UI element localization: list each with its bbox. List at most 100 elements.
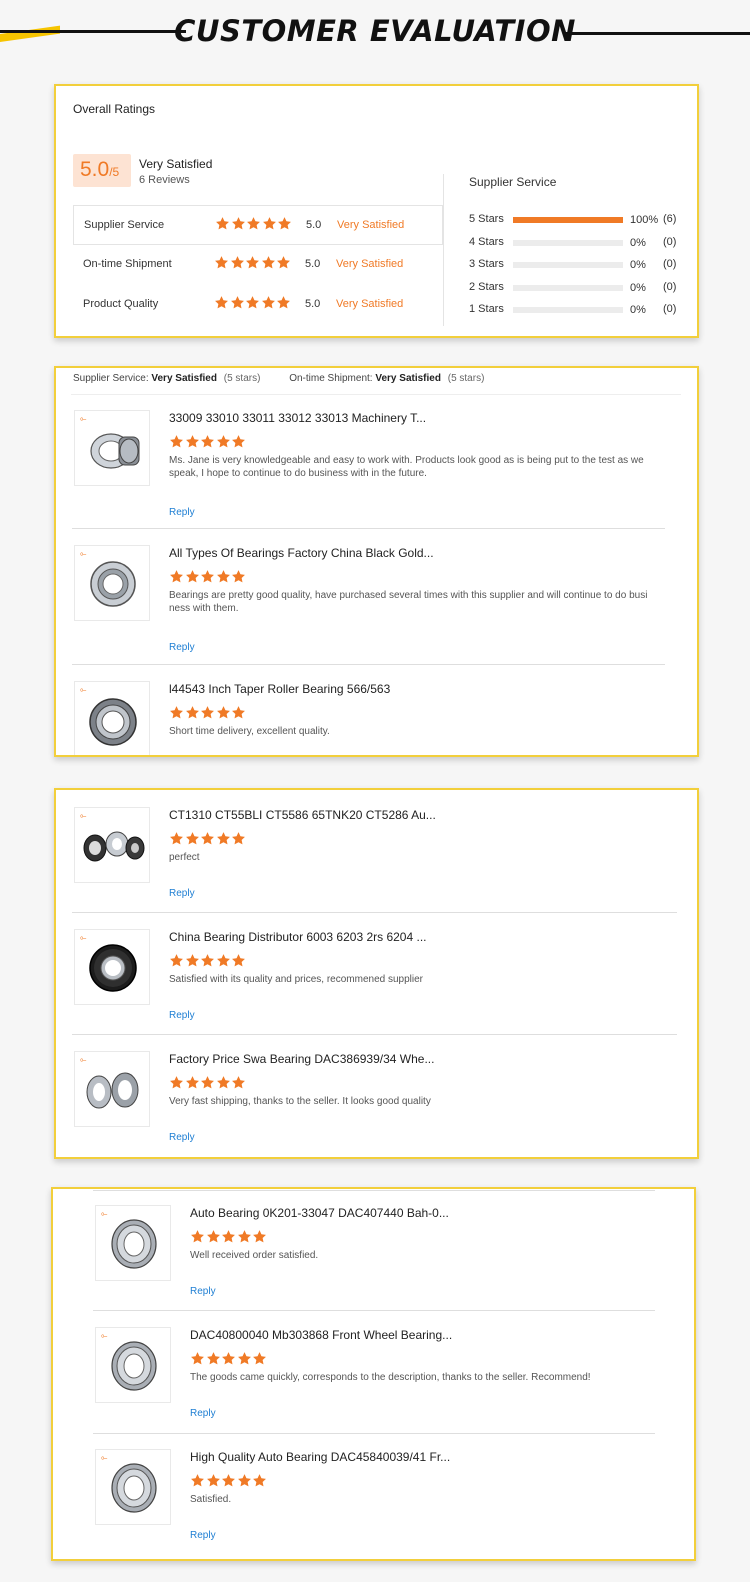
product-thumbnail[interactable]: ⟜ — [74, 929, 150, 1005]
review-text: Satisfied. — [190, 1494, 232, 1505]
product-thumbnail[interactable]: ⟜ — [74, 1051, 150, 1127]
review-divider — [93, 1433, 655, 1434]
star-icon — [169, 831, 184, 846]
review-divider — [93, 1310, 655, 1311]
star-icon — [190, 1229, 205, 1244]
distribution-row-percent: 0% — [630, 304, 646, 316]
star-icon — [169, 953, 184, 968]
rating-row-label: On-time Shipment — [83, 258, 172, 270]
review-text: The goods came quickly, corresponds to t… — [190, 1372, 591, 1383]
reply-link[interactable]: Reply — [169, 642, 195, 653]
review-divider — [72, 912, 677, 913]
rating-filter-bar: Supplier Service: Very Satisfied (5 star… — [73, 373, 510, 384]
star-icon — [169, 569, 184, 584]
review-divider — [72, 1034, 677, 1035]
rating-row-verdict: Very Satisfied — [336, 258, 404, 270]
star-icon — [231, 831, 246, 846]
product-thumbnail[interactable]: ⟜ — [95, 1327, 171, 1403]
distribution-row: 2 Stars 0% (0) — [469, 280, 691, 303]
reply-link[interactable]: Reply — [169, 507, 195, 518]
distribution-row-percent: 0% — [630, 281, 646, 294]
star-icon — [200, 434, 215, 449]
star-icon — [231, 705, 246, 720]
star-icon — [200, 705, 215, 720]
distribution-bar-fill — [513, 217, 623, 223]
overall-score-denominator: /5 — [109, 165, 120, 179]
overall-ratings-card: Overall Ratings 5.0/5 Very Satisfied 6 R… — [54, 84, 699, 338]
filter-supplier-stars: (5 stars) — [223, 373, 261, 384]
star-icon — [206, 1351, 221, 1366]
review-text: Satisfied with its quality and prices, r… — [169, 974, 424, 985]
review-stars — [190, 1351, 268, 1371]
star-icon — [216, 831, 231, 846]
distribution-bar-track — [513, 239, 623, 246]
star-icon — [252, 1473, 267, 1488]
star-icon — [190, 1473, 205, 1488]
star-icon — [221, 1229, 236, 1244]
star-icon — [237, 1229, 252, 1244]
page-title: CUSTOMER EVALUATION — [174, 14, 576, 48]
star-icon — [185, 831, 200, 846]
product-title-link[interactable]: 33009 33010 33011 33012 33013 Machinery … — [169, 411, 426, 425]
rating-row-supplier-service: Supplier Service 5.0 Very Satisfied — [73, 205, 443, 245]
star-icon — [230, 295, 245, 310]
product-title-link[interactable]: All Types Of Bearings Factory China Blac… — [169, 546, 434, 560]
star-icon — [231, 216, 246, 231]
review-text: Short time delivery, excellent quality. — [169, 726, 330, 737]
product-title-link[interactable]: Auto Bearing 0K201-33047 DAC407440 Bah-0… — [190, 1206, 449, 1220]
rating-row-value: 5.0 — [306, 219, 322, 231]
rating-row-product-quality: Product Quality 5.0 Very Satisfied — [73, 285, 443, 325]
distribution-row-label: 5 Stars — [469, 213, 504, 225]
filter-supplier-label: Supplier Service: — [73, 373, 149, 384]
star-icon — [206, 1229, 221, 1244]
star-icon — [185, 705, 200, 720]
distribution-row: 4 Stars 0% (0) — [469, 235, 691, 258]
star-icon — [169, 1075, 184, 1090]
product-thumbnail[interactable]: ⟜ — [74, 545, 150, 621]
overall-score-badge: 5.0/5 — [73, 154, 131, 187]
star-icon — [216, 434, 231, 449]
star-icon — [214, 255, 229, 270]
distribution-row: 1 Stars 0% (0) — [469, 302, 691, 325]
distribution-row-label: 3 Stars — [469, 258, 504, 270]
product-title-link[interactable]: Factory Price Swa Bearing DAC386939/34 W… — [169, 1052, 434, 1066]
star-icon — [237, 1351, 252, 1366]
review-stars — [169, 831, 247, 851]
distribution-row-label: 2 Stars — [469, 280, 504, 293]
reviews-card-1: Supplier Service: Very Satisfied (5 star… — [54, 366, 699, 757]
distribution-row-percent: 0% — [630, 236, 646, 249]
rating-row-label: Product Quality — [83, 298, 159, 310]
product-thumbnail[interactable]: ⟜ — [74, 410, 150, 486]
product-thumbnail[interactable]: ⟜ — [74, 807, 150, 883]
product-title-link[interactable]: l44543 Inch Taper Roller Bearing 566/563 — [169, 682, 390, 696]
product-title-link[interactable]: High Quality Auto Bearing DAC45840039/41… — [190, 1450, 450, 1464]
star-icon — [216, 953, 231, 968]
product-title-link[interactable]: China Bearing Distributor 6003 6203 2rs … — [169, 930, 427, 944]
star-icon — [215, 216, 230, 231]
review-divider-top — [93, 1190, 655, 1191]
distribution-row-label: 1 Stars — [469, 303, 504, 315]
reply-link[interactable]: Reply — [190, 1286, 216, 1297]
distribution-bar-track — [513, 217, 623, 223]
reply-link[interactable]: Reply — [190, 1408, 216, 1419]
star-icon — [231, 434, 246, 449]
reply-link[interactable]: Reply — [190, 1530, 216, 1541]
overall-score: 5.0 — [80, 158, 110, 181]
reviews-card-3: ⟜ Auto Bearing 0K201-33047 DAC407440 Bah-… — [51, 1187, 696, 1561]
product-thumbnail[interactable]: ⟜ — [95, 1449, 171, 1525]
star-icon — [185, 569, 200, 584]
review-text: Bearings are pretty good quality, have p… — [169, 590, 648, 614]
reply-link[interactable]: Reply — [169, 1010, 195, 1021]
reply-link[interactable]: Reply — [169, 1132, 195, 1143]
product-title-link[interactable]: CT1310 CT55BLI CT5586 65TNK20 CT5286 Au.… — [169, 808, 436, 822]
distribution-row-label: 4 Stars — [469, 235, 504, 248]
review-stars — [190, 1473, 268, 1493]
product-thumbnail[interactable]: ⟜ — [95, 1205, 171, 1281]
product-title-link[interactable]: DAC40800040 Mb303868 Front Wheel Bearing… — [190, 1328, 452, 1342]
page-header: CUSTOMER EVALUATION — [0, 0, 750, 70]
reply-link[interactable]: Reply — [169, 888, 195, 899]
product-thumbnail[interactable]: ⟜ — [74, 681, 150, 755]
filter-divider — [71, 394, 681, 395]
star-icon — [169, 434, 184, 449]
rating-row-on-time-shipment: On-time Shipment 5.0 Very Satisfied — [73, 245, 443, 285]
